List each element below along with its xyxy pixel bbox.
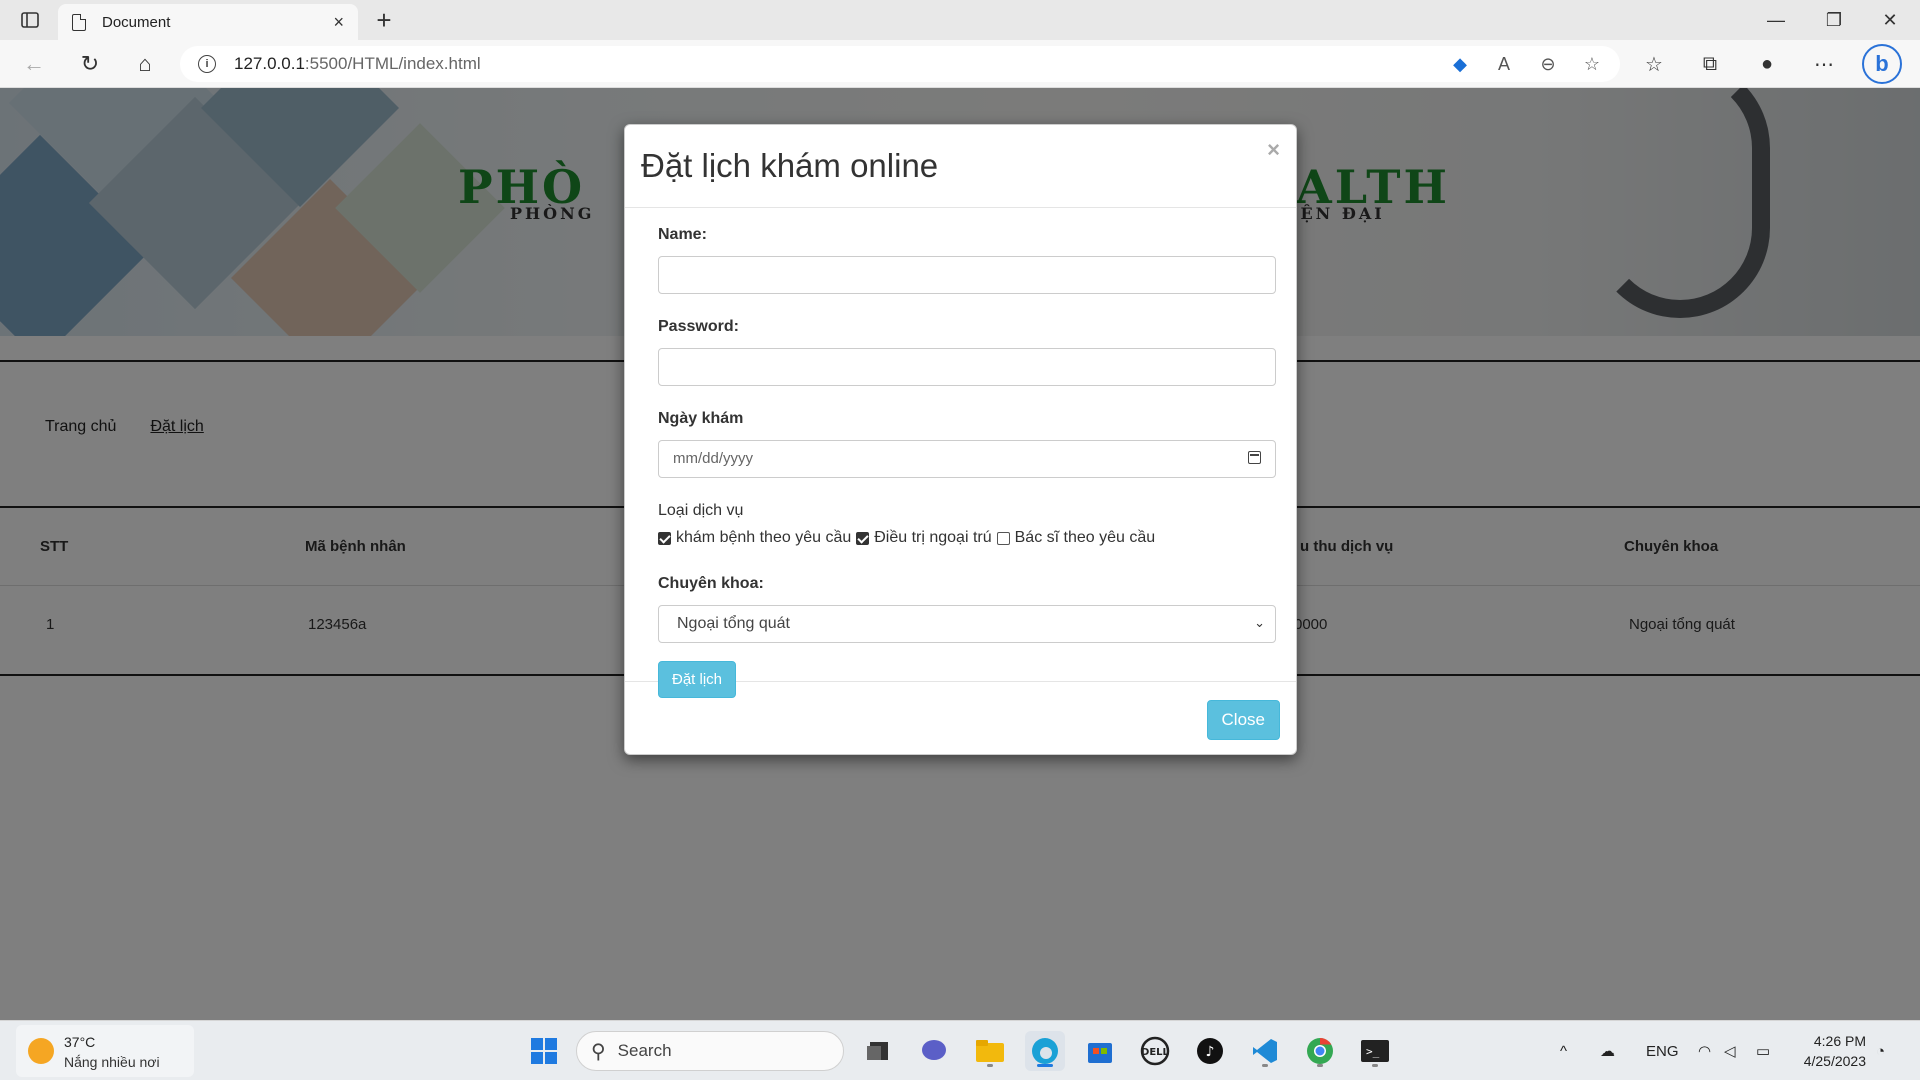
window-close-button[interactable]: ✕ [1862,0,1918,40]
wifi-icon[interactable]: ◠ [1698,1021,1711,1081]
tab-actions-icon[interactable] [16,8,44,32]
language-indicator[interactable]: ENG [1646,1021,1679,1081]
svg-text:♪: ♪ [1206,1044,1215,1060]
tab-strip: Document × + — ❐ ✕ [0,0,1920,40]
add-favorite-icon[interactable]: ☆ [1580,54,1604,75]
volume-icon[interactable]: ◁ [1724,1021,1736,1081]
specialty-selected: Ngoại tổng quát [677,615,790,632]
chrome-icon[interactable] [1300,1031,1340,1071]
address-bar: ← ↻ ⌂ i 127.0.0.1:5500/HTML/index.html ◆… [0,40,1920,88]
bing-chat-icon[interactable]: b [1862,44,1902,84]
vscode-icon[interactable] [1245,1031,1285,1071]
refresh-icon[interactable]: ↻ [72,48,108,80]
name-label: Name: [658,226,707,243]
service-checkbox[interactable] [856,531,870,545]
start-icon[interactable] [524,1031,564,1071]
calendar-icon[interactable] [1248,451,1261,464]
modal-title: Đặt lịch khám online [641,147,939,184]
search-placeholder: Search [617,1041,672,1060]
specialty-label: Chuyên khoa: [658,575,764,592]
store-icon[interactable] [1080,1031,1120,1071]
date-placeholder: mm/dd/yyyy [673,450,754,467]
booking-modal: Đặt lịch khám online × Name: Password: N… [624,124,1297,755]
taskbar-search[interactable]: ⚲ Search [576,1031,844,1071]
document-icon [72,13,86,31]
weather-temp: 37°C [64,1034,96,1050]
notification-icon[interactable]: ◔ [1876,1021,1885,1081]
weather-desc: Nắng nhiều nơi [64,1054,160,1070]
service-label: Loại dịch vụ [658,502,744,519]
service-option-label: Bác sĩ theo yêu cầu [1014,529,1156,546]
weather-icon [28,1038,54,1064]
zoom-out-icon[interactable]: ⊖ [1536,54,1560,75]
password-input[interactable] [658,348,1276,386]
modal-close-icon[interactable]: × [1267,137,1280,163]
clock[interactable]: 4:26 PM 4/25/2023 [1804,1031,1866,1071]
date-input[interactable]: mm/dd/yyyy [658,440,1276,478]
modal-footer: Close [625,682,1296,755]
service-option-label: khám bệnh theo yêu cầu [676,529,852,546]
dell-icon[interactable]: DELL [1135,1031,1175,1071]
modal-body: Name: Password: Ngày khám mm/dd/yyyy Loạ… [625,208,1296,698]
url-text: 127.0.0.1:5500/HTML/index.html [234,54,481,73]
tab-title: Document [102,13,171,31]
service-option-label: Điều trị ngoại trú [874,529,992,546]
collections-icon[interactable]: ⧉ [1692,48,1728,80]
new-tab-button[interactable]: + [368,4,400,36]
tab-close-icon[interactable]: × [333,12,344,33]
svg-text:DELL: DELL [1141,1047,1170,1058]
shopping-tag-icon[interactable]: ◆ [1448,54,1472,75]
site-info-icon[interactable]: i [198,55,216,73]
svg-text:>_: >_ [1366,1045,1380,1058]
home-icon[interactable]: ⌂ [127,48,163,80]
maximize-button[interactable]: ❐ [1806,0,1862,40]
date-label: Ngày khám [658,410,744,427]
file-explorer-icon[interactable] [970,1031,1010,1071]
read-aloud-icon[interactable]: A [1492,54,1516,75]
terminal-icon[interactable]: >_ [1355,1031,1395,1071]
url-field[interactable]: i 127.0.0.1:5500/HTML/index.html ◆ A ⊖ ☆ [180,46,1620,82]
edge-icon[interactable] [1025,1031,1065,1071]
minimize-button[interactable]: — [1748,0,1804,40]
battery-icon[interactable]: ▭ [1756,1021,1770,1081]
clock-date: 4/25/2023 [1803,1053,1866,1069]
profile-icon[interactable]: ● [1749,48,1785,80]
teams-chat-icon[interactable] [914,1031,954,1071]
clock-time: 4:26 PM [1813,1033,1866,1049]
service-checkboxes: khám bệnh theo yêu cầu Điều trị ngoại tr… [658,528,1263,548]
back-icon[interactable]: ← [16,48,52,80]
service-checkbox[interactable] [658,531,671,545]
onedrive-icon[interactable]: ☁ [1600,1021,1615,1081]
password-label: Password: [658,318,739,335]
weather-widget[interactable]: 37°C Nắng nhiều nơi [16,1025,194,1077]
task-view-icon[interactable] [858,1031,898,1071]
tiktok-icon[interactable]: ♪ [1190,1031,1230,1071]
search-icon: ⚲ [591,1040,606,1063]
close-button[interactable]: Close [1206,700,1280,740]
windows-taskbar: 37°C Nắng nhiều nơi ⚲ Search DELL ♪ >_ ^… [0,1020,1920,1080]
modal-header: Đặt lịch khám online × [625,125,1296,208]
chevron-down-icon: ⌄ [1254,615,1265,630]
show-hidden-icons[interactable]: ^ [1560,1021,1567,1081]
specialty-select[interactable]: Ngoại tổng quát ⌄ [658,605,1276,643]
favorites-icon[interactable]: ☆ [1636,48,1672,80]
service-checkbox[interactable] [996,531,1010,545]
name-input[interactable] [658,256,1276,294]
browser-tab[interactable]: Document × [58,4,358,40]
more-options-icon[interactable]: ⋯ [1806,48,1842,80]
